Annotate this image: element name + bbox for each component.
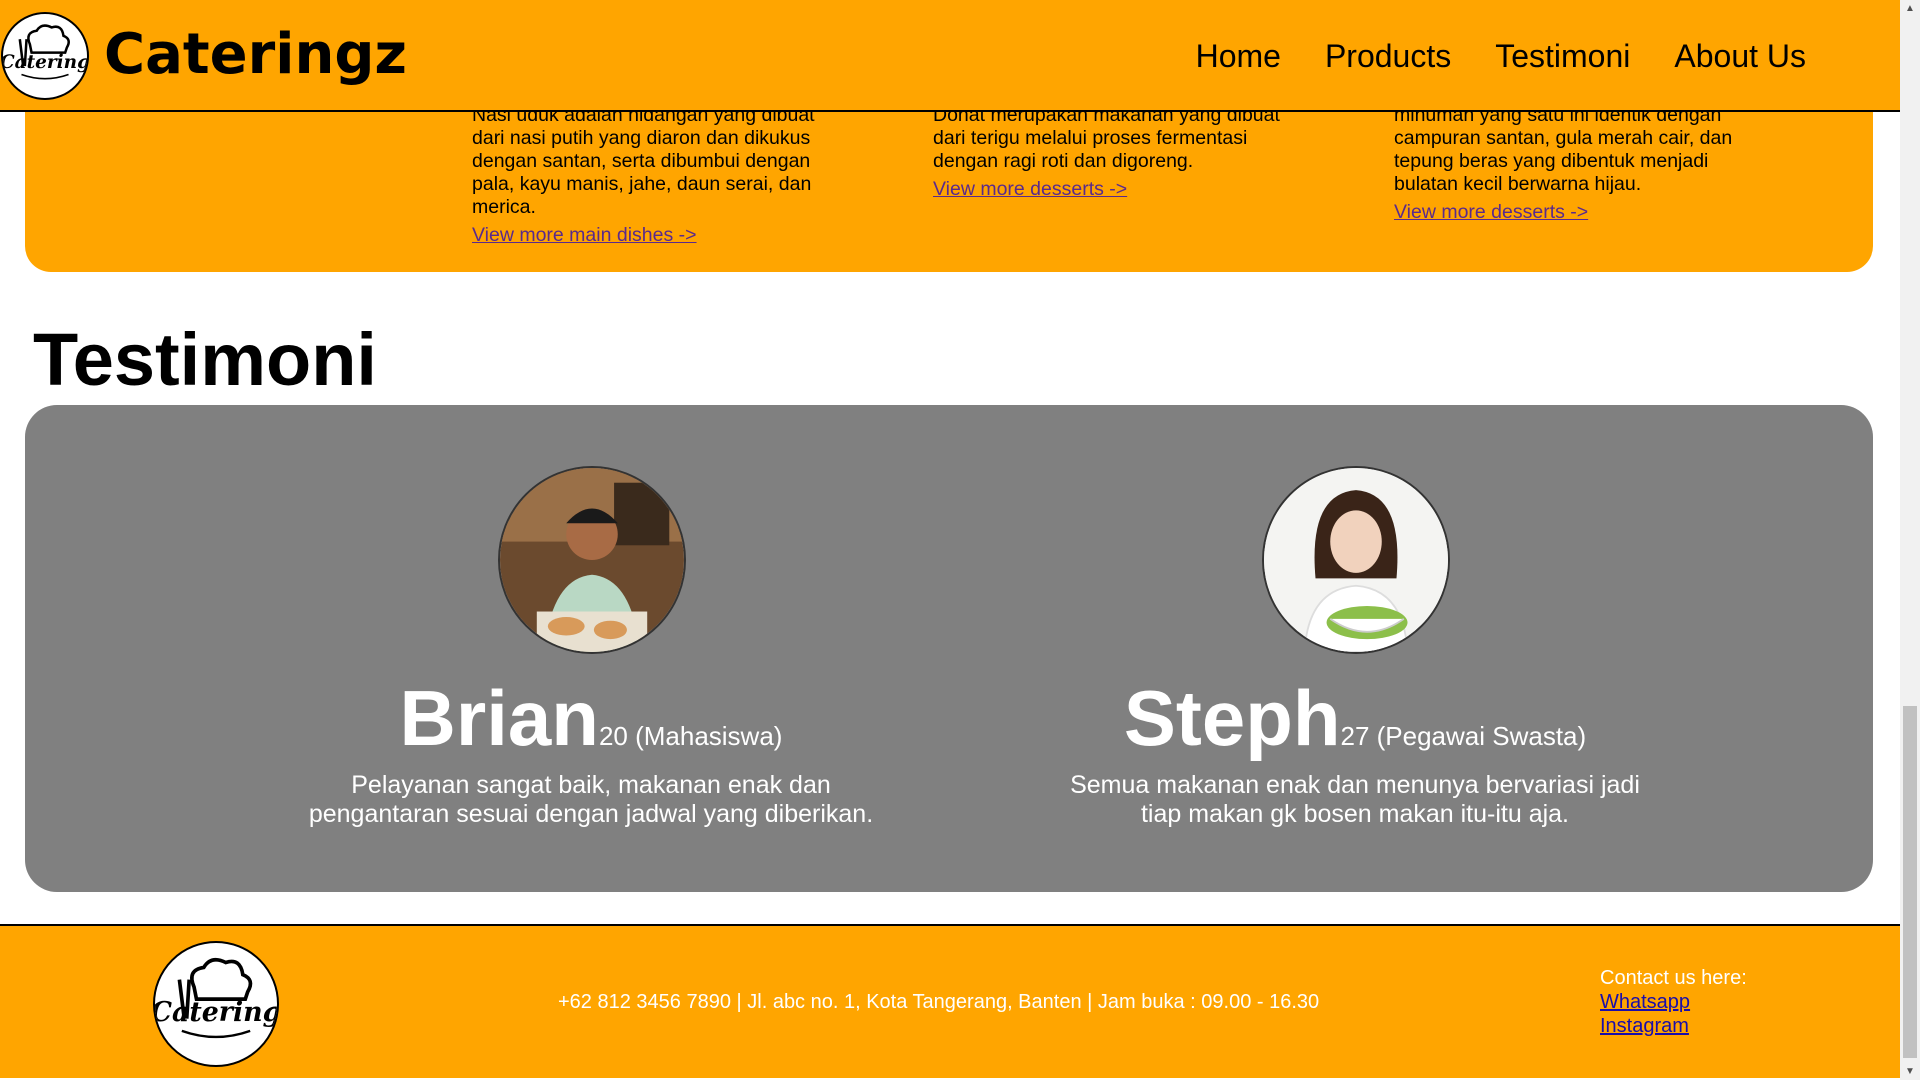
chef-hat-icon: Catering: [3, 24, 87, 80]
avatar-image: [500, 468, 684, 652]
section-title-testimoni: Testimoni: [33, 318, 377, 401]
brand-name[interactable]: Cateringz: [104, 22, 407, 88]
quote-line: Pelayanan sangat baik, makanan enak dan: [351, 771, 831, 799]
view-more-desserts-link[interactable]: View more desserts ->: [1394, 201, 1588, 223]
product-card-donat: Donat merupakan makanan yang dibuat dari…: [933, 104, 1313, 201]
nav-testimoni[interactable]: Testimoni: [1495, 36, 1630, 76]
product-description: Donat merupakan makanan yang dibuat dari…: [933, 104, 1313, 173]
footer-contact-info: +62 812 3456 7890 | Jl. abc no. 1, Kota …: [558, 991, 1320, 1013]
nav-about-us[interactable]: About Us: [1674, 36, 1806, 76]
desc-line: merica.: [472, 196, 536, 218]
testimonial-detail: 20 (Mahasiswa): [598, 721, 783, 751]
desc-line: campuran santan, gula merah cair, dan: [1394, 127, 1733, 149]
nav-products[interactable]: Products: [1325, 36, 1451, 76]
quote-line: tiap makan gk bosen makan itu-itu aja.: [1140, 800, 1569, 828]
desc-line: dari terigu melalui proses fermentasi: [933, 127, 1248, 149]
contact-label: Contact us here:: [1600, 967, 1747, 989]
desc-line: dengan ragi roti dan digoreng.: [933, 150, 1194, 172]
product-description: Nasi uduk adalah hidangan yang dibuat da…: [472, 104, 852, 219]
scroll-up-arrow-icon[interactable]: ▲: [1900, 0, 1920, 17]
top-navbar: Catering Cateringz Home Products Testimo…: [0, 0, 1900, 112]
footer: Catering +62 812 3456 7890 | Jl. abc no.…: [0, 924, 1900, 1078]
footer-catering-logo: Catering: [153, 941, 279, 1067]
desc-line: dari nasi putih yang diaron dan dikukus: [472, 127, 811, 149]
avatar: [498, 466, 686, 654]
quote-line: pengantaran sesuai dengan jadwal yang di…: [308, 800, 874, 828]
avatar: [1262, 466, 1450, 654]
page-scrollbar[interactable]: ▲ ▼: [1900, 0, 1920, 1080]
avatar-image: [1264, 468, 1448, 652]
desc-line: pala, kayu manis, jahe, daun serai, dan: [472, 173, 812, 195]
testimonial-name-line: Steph27 (Pegawai Swasta): [1005, 673, 1705, 763]
instagram-link[interactable]: Instagram: [1600, 1014, 1747, 1038]
view-more-desserts-link[interactable]: View more desserts ->: [933, 178, 1127, 200]
contact-block: Contact us here: Whatsapp Instagram: [1600, 966, 1747, 1038]
svg-text:Catering: Catering: [155, 997, 277, 1028]
quote-line: Semua makanan enak dan menunya bervarias…: [1070, 771, 1640, 799]
scroll-down-arrow-icon[interactable]: ▼: [1900, 1063, 1920, 1080]
svg-text:Catering: Catering: [3, 52, 87, 73]
testimonial-name: Steph: [1123, 674, 1341, 762]
testimoni-panel: Brian20 (Mahasiswa) Pelayanan sangat bai…: [25, 405, 1873, 892]
whatsapp-link[interactable]: Whatsapp: [1600, 990, 1747, 1014]
view-more-main-dishes-link[interactable]: View more main dishes ->: [472, 224, 697, 246]
testimonial-detail: 27 (Pegawai Swasta): [1340, 721, 1587, 751]
main-nav: Home Products Testimoni About Us: [1196, 36, 1806, 76]
desc-line: bulatan kecil berwarna hijau.: [1394, 173, 1642, 195]
testimonial-quote: Pelayanan sangat baik, makanan enak dan …: [241, 771, 941, 829]
chef-hat-icon: Catering: [155, 957, 277, 1039]
desc-line: tepung beras yang dibentuk menjadi: [1394, 150, 1709, 172]
product-description: minuman yang satu ini identik dengan cam…: [1394, 104, 1774, 196]
product-card-nasi-uduk: Nasi uduk adalah hidangan yang dibuat da…: [472, 104, 852, 247]
product-card-klepon: minuman yang satu ini identik dengan cam…: [1394, 104, 1774, 224]
catering-logo[interactable]: Catering: [1, 12, 89, 100]
desc-line: dengan santan, serta dibumbui dengan: [472, 150, 811, 172]
testimonial-name-line: Brian20 (Mahasiswa): [241, 673, 941, 763]
testimonial-quote: Semua makanan enak dan menunya bervarias…: [1005, 771, 1705, 829]
testimonial-name: Brian: [399, 674, 599, 762]
scrollbar-thumb[interactable]: [1903, 706, 1917, 1058]
nav-home[interactable]: Home: [1196, 36, 1281, 76]
